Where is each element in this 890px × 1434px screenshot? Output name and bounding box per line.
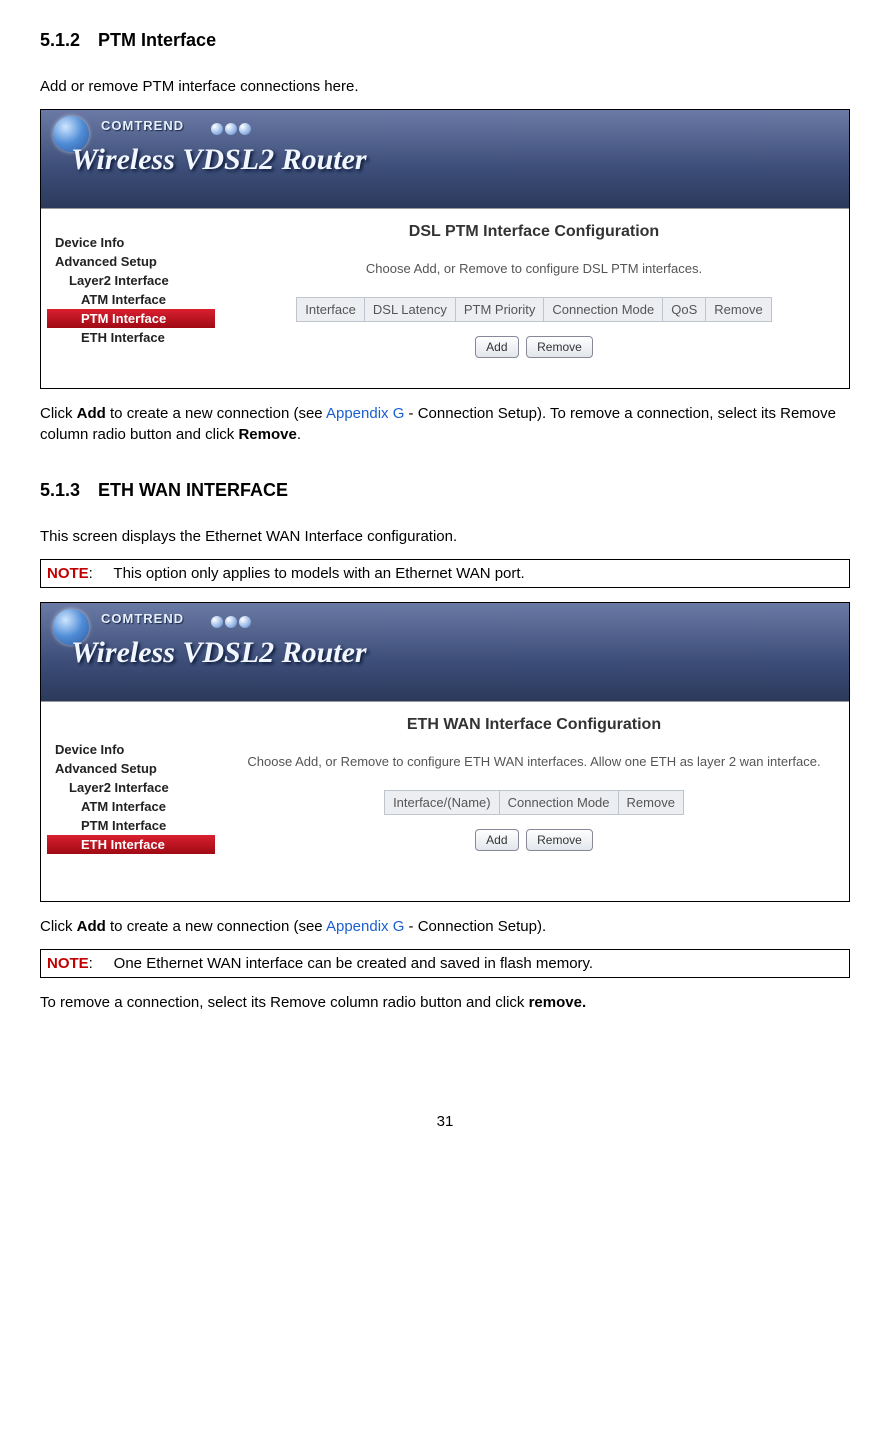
sidebar-2: Device Info Advanced Setup Layer2 Interf…: [41, 702, 219, 863]
heading-title: PTM Interface: [98, 30, 216, 50]
sidebar-atm-2[interactable]: ATM Interface: [41, 797, 219, 816]
figure-ptm: COMTREND Wireless VDSL2 Router Device In…: [40, 109, 850, 389]
sidebar-layer2[interactable]: Layer2 Interface: [41, 271, 219, 290]
config-table-2: Interface/(Name) Connection Mode Remove: [384, 790, 684, 815]
config-pane: DSL PTM Interface Configuration Choose A…: [219, 209, 849, 370]
sidebar-eth-active[interactable]: ETH Interface: [47, 835, 215, 854]
col-dsl-latency: DSL Latency: [364, 297, 455, 321]
note-box-1: NOTE: This option only applies to models…: [40, 559, 850, 588]
heading-513: 5.1.3 ETH WAN INTERFACE: [40, 480, 850, 501]
button-row-2: Add Remove: [231, 829, 837, 851]
col-interface-name: Interface/(Name): [385, 790, 500, 814]
add-button[interactable]: Add: [475, 336, 518, 358]
heading-512: 5.1.2 PTM Interface: [40, 30, 850, 51]
sidebar-advanced-setup[interactable]: Advanced Setup: [41, 252, 219, 271]
page-number: 31: [40, 1113, 850, 1130]
para-after-fig2: Click Add to create a new connection (se…: [40, 916, 850, 937]
config-desc: Choose Add, or Remove to configure DSL P…: [231, 259, 837, 279]
heading-num-2: 5.1.3: [40, 480, 80, 501]
brand-text: COMTREND: [101, 118, 184, 133]
heading-num: 5.1.2: [40, 30, 80, 51]
heading-title-2: ETH WAN INTERFACE: [98, 480, 288, 500]
link-appendix-g-2[interactable]: Appendix G: [326, 918, 404, 935]
brand-text-2: COMTREND: [101, 611, 184, 626]
note-label-1: NOTE: [47, 565, 89, 582]
intro-512: Add or remove PTM interface connections …: [40, 76, 850, 97]
note-text-1: : This option only applies to models wit…: [89, 565, 525, 582]
col-connection-mode-2: Connection Mode: [499, 790, 618, 814]
config-title: DSL PTM Interface Configuration: [231, 223, 837, 241]
orb-decor-2: [211, 615, 253, 632]
col-remove-2: Remove: [618, 790, 683, 814]
para-after-fig1: Click Add to create a new connection (se…: [40, 403, 850, 445]
sidebar-eth[interactable]: ETH Interface: [41, 328, 219, 347]
button-row: Add Remove: [231, 336, 837, 358]
para-final: To remove a connection, select its Remov…: [40, 992, 850, 1013]
note-box-2: NOTE: One Ethernet WAN interface can be …: [40, 949, 850, 978]
note-text-2: : One Ethernet WAN interface can be crea…: [89, 955, 593, 972]
orb-decor: [211, 122, 253, 139]
link-appendix-g-1[interactable]: Appendix G: [326, 405, 404, 422]
config-title-2: ETH WAN Interface Configuration: [231, 716, 837, 734]
sidebar-ptm-active[interactable]: PTM Interface: [47, 309, 215, 328]
sidebar-ptm-2[interactable]: PTM Interface: [41, 816, 219, 835]
config-pane-2: ETH WAN Interface Configuration Choose A…: [219, 702, 849, 863]
banner-title-2: Wireless VDSL2 Router: [71, 636, 367, 670]
note-label-2: NOTE: [47, 955, 89, 972]
col-ptm-priority: PTM Priority: [455, 297, 544, 321]
col-interface: Interface: [297, 297, 365, 321]
banner-title: Wireless VDSL2 Router: [71, 143, 367, 177]
remove-button[interactable]: Remove: [526, 336, 593, 358]
sidebar-layer2-2[interactable]: Layer2 Interface: [41, 778, 219, 797]
sidebar-atm[interactable]: ATM Interface: [41, 290, 219, 309]
sidebar-device-info-2[interactable]: Device Info: [41, 740, 219, 759]
col-remove: Remove: [706, 297, 771, 321]
sidebar-device-info[interactable]: Device Info: [41, 233, 219, 252]
add-button-2[interactable]: Add: [475, 829, 518, 851]
config-desc-2: Choose Add, or Remove to configure ETH W…: [231, 752, 837, 772]
remove-button-2[interactable]: Remove: [526, 829, 593, 851]
banner: COMTREND Wireless VDSL2 Router: [41, 110, 849, 209]
banner-2: COMTREND Wireless VDSL2 Router: [41, 603, 849, 702]
sidebar-advanced-setup-2[interactable]: Advanced Setup: [41, 759, 219, 778]
config-table: Interface DSL Latency PTM Priority Conne…: [296, 297, 771, 322]
sidebar: Device Info Advanced Setup Layer2 Interf…: [41, 209, 219, 370]
intro-513: This screen displays the Ethernet WAN In…: [40, 526, 850, 547]
col-connection-mode: Connection Mode: [544, 297, 663, 321]
figure-eth: COMTREND Wireless VDSL2 Router Device In…: [40, 602, 850, 902]
col-qos: QoS: [663, 297, 706, 321]
